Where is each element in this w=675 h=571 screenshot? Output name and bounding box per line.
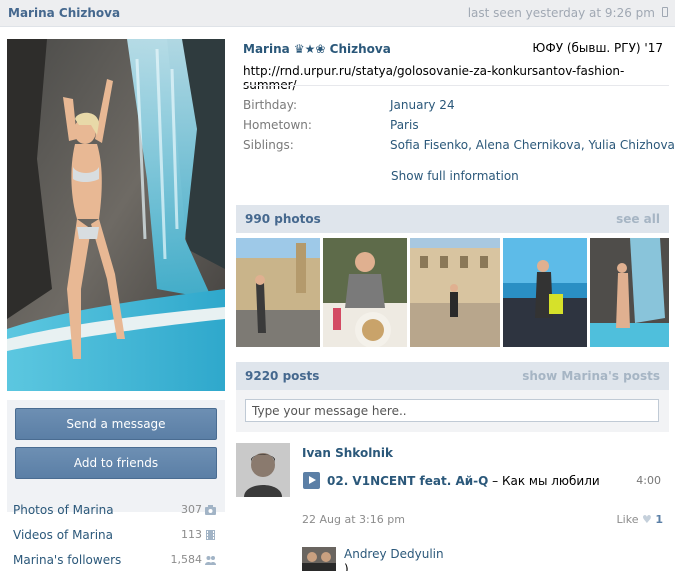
photos-count-title[interactable]: 990 photos <box>245 212 321 226</box>
photo-strip <box>236 238 669 348</box>
film-icon <box>206 530 215 540</box>
sibling-link[interactable]: Alena Chernikova <box>476 138 581 152</box>
comment-text: ) <box>344 562 349 571</box>
action-buttons: Send a message Add to friends <box>7 400 225 512</box>
photo-thumbnail[interactable] <box>590 238 669 347</box>
play-icon[interactable] <box>303 472 320 489</box>
avatar[interactable] <box>302 547 336 571</box>
hometown-link[interactable]: Paris <box>390 118 419 132</box>
counter-followers[interactable]: Marina's followers 1,584 <box>13 550 218 571</box>
avatar[interactable] <box>236 443 290 497</box>
add-to-friends-button[interactable]: Add to friends <box>15 447 217 479</box>
counter-label[interactable]: Videos of Marina <box>13 528 113 542</box>
posts-header[interactable]: 9220 posts show Marina's posts <box>236 362 669 390</box>
status-text: http://rnd.urpur.ru/statya/golosovanie-z… <box>243 64 625 92</box>
photo-thumbnail[interactable] <box>323 238 407 347</box>
camera-icon <box>205 505 216 515</box>
divider <box>243 85 669 86</box>
left-column: Send a message Add to friends Photos of … <box>0 27 230 571</box>
post-author[interactable]: Ivan Shkolnik <box>302 446 393 460</box>
name-decoration: ♛★❀ <box>293 42 326 56</box>
track-duration: 4:00 <box>636 474 661 487</box>
sibling-link[interactable]: Yulia Chizhova <box>588 138 674 152</box>
counter-photos[interactable]: Photos of Marina 307 <box>13 500 218 525</box>
audio-track: 02. V1NCENT feat. Ай-Q – Как мы любили <box>327 474 600 488</box>
comment-author[interactable]: Andrey Dedyulin <box>344 547 444 561</box>
message-input[interactable] <box>245 399 659 422</box>
photos-header[interactable]: 990 photos see all <box>236 205 669 233</box>
info-row-birthday: Birthday: January 24 <box>243 98 663 118</box>
counter-value: 1,584 <box>170 553 203 566</box>
right-column: Marina ♛★❀ Chizhova ЮФУ (бывш. РГУ) '17 … <box>236 27 675 571</box>
university-info[interactable]: ЮФУ (бывш. РГУ) '17 <box>532 41 663 55</box>
post-composer <box>236 390 669 432</box>
see-all-link[interactable]: see all <box>616 212 660 226</box>
send-message-button[interactable]: Send a message <box>15 408 217 440</box>
last-seen-status: last seen yesterday at 9:26 pm <box>467 6 655 20</box>
photo-thumbnail[interactable] <box>503 238 587 347</box>
counter-label[interactable]: Marina's followers <box>13 553 121 567</box>
posts-count-title[interactable]: 9220 posts <box>245 369 319 383</box>
track-separator: – <box>488 474 502 488</box>
sibling-link[interactable]: Sofia Fisenko <box>390 138 468 152</box>
info-row-hometown: Hometown: Paris <box>243 118 663 138</box>
photo-thumbnail[interactable] <box>410 238 500 347</box>
mobile-phone-icon <box>662 7 668 17</box>
track-artist[interactable]: 02. V1NCENT feat. Ай-Q <box>327 474 488 488</box>
last-name: Chizhova <box>329 42 391 56</box>
wall-post: Ivan Shkolnik 02. V1NCENT feat. Ай-Q – К… <box>236 441 669 571</box>
show-posts-link[interactable]: show Marina's posts <box>522 369 660 383</box>
top-bar: Marina Chizhova last seen yesterday at 9… <box>0 0 675 27</box>
counter-videos[interactable]: Videos of Marina 113 <box>13 525 218 550</box>
counter-value: 113 <box>181 528 202 541</box>
heart-icon: ♥ <box>641 513 652 526</box>
page-title: Marina ♛★❀ Chizhova <box>243 42 391 56</box>
like-label: Like <box>616 513 639 526</box>
info-row-siblings: Siblings: Sofia Fisenko, Alena Chernikov… <box>243 138 675 158</box>
like-button[interactable]: Like ♥ 1 <box>617 513 663 526</box>
people-icon <box>205 556 216 565</box>
photo-thumbnail[interactable] <box>236 238 320 347</box>
counter-value: 307 <box>181 503 202 516</box>
first-name: Marina <box>243 42 290 56</box>
like-count: 1 <box>655 513 663 526</box>
counter-label[interactable]: Photos of Marina <box>13 503 114 517</box>
birthday-link[interactable]: January 24 <box>390 98 455 112</box>
profile-counters: Photos of Marina 307 Videos of Marina 11… <box>13 500 218 571</box>
profile-photo[interactable] <box>7 39 225 391</box>
info-label: Siblings: <box>243 138 294 152</box>
profile-info: Birthday: January 24 Hometown: Paris Sib… <box>243 98 675 158</box>
siblings-list: Sofia Fisenko, Alena Chernikova, Yulia C… <box>390 138 675 152</box>
info-label: Birthday: <box>243 98 298 112</box>
profile-name-header: Marina Chizhova <box>8 6 121 20</box>
post-date[interactable]: 22 Aug at 3:16 pm <box>302 513 405 526</box>
show-full-info-link[interactable]: Show full information <box>391 169 519 183</box>
info-label: Hometown: <box>243 118 312 132</box>
track-title: Как мы любили <box>501 474 600 488</box>
